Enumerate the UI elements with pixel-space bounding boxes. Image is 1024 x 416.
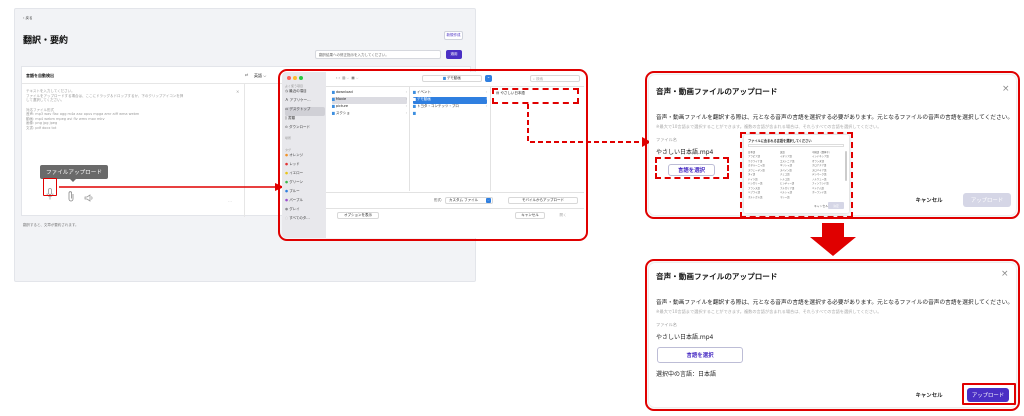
modal-note: ※最大で10言語まで選択することができます。複数の言語が含まれる場合は、それらす… bbox=[656, 309, 882, 314]
cancel-button[interactable]: キャンセル bbox=[904, 388, 954, 402]
tag-item[interactable]: ● ブルー bbox=[285, 189, 325, 198]
upload-tooltip: ファイルアップロード bbox=[40, 165, 108, 179]
mobile-upload-button[interactable]: モバイルからアップロード bbox=[508, 197, 578, 204]
column-divider bbox=[244, 83, 245, 217]
footer-note: 翻訳すると、文章が要約されます。 bbox=[23, 223, 79, 227]
file-name-label: ファイル名 bbox=[656, 322, 677, 327]
tag-item[interactable]: ● オレンジ bbox=[285, 153, 325, 162]
instruction-input[interactable]: 翻訳結果への修正指示を入力してください。 bbox=[315, 50, 441, 59]
source-language-label[interactable]: 言語を自動検出 bbox=[26, 73, 54, 78]
modal-title: 音声・動画ファイルのアップロード bbox=[656, 87, 778, 96]
tag-item[interactable]: ● イエロー bbox=[285, 171, 325, 180]
sidebar-item-desktop[interactable]: ▭ デスクトップ bbox=[285, 107, 325, 116]
upload-button-disabled[interactable]: アップロード bbox=[963, 193, 1011, 207]
tag-item[interactable]: ● グリーン bbox=[285, 180, 325, 189]
select-button-highlight bbox=[655, 157, 729, 179]
upload-button-highlight bbox=[962, 383, 1016, 405]
dialog-cancel-button[interactable]: キャンセル bbox=[515, 212, 545, 219]
sidebar-item-applications[interactable]: Ａ アプリケー… bbox=[285, 98, 325, 107]
path-chevron-icon[interactable]: ⌃ bbox=[485, 75, 492, 82]
folder-row[interactable]: ▆ スクショ › bbox=[332, 111, 407, 118]
sidebar-item-documents[interactable]: ▯ 書類 bbox=[285, 116, 325, 125]
locations-title: 場所 bbox=[285, 136, 292, 140]
page-title: 翻訳・要約 bbox=[23, 36, 69, 46]
search-field[interactable]: ⌕ 検索 bbox=[530, 75, 580, 82]
show-options-button[interactable]: オプションを表示 bbox=[337, 212, 379, 219]
swap-icon[interactable]: ⇄ bbox=[245, 72, 248, 77]
folder-row[interactable]: ▆ picture › bbox=[332, 104, 407, 111]
nav-buttons[interactable]: ‹ › ▥ ⌵ ▦ ⌵ bbox=[336, 76, 359, 81]
column-2: ▆ イベント › ▆ デモ動画 › ▆ トヨタ・コンテッツ・プロ › ▆ bbox=[413, 90, 487, 118]
format-label: 形式: bbox=[434, 198, 443, 202]
paperclip-highlight bbox=[43, 178, 57, 196]
folder-row[interactable]: ▆ トヨタ・コンテッツ・プロ › bbox=[413, 104, 487, 111]
back-link[interactable]: ‹ 戻る bbox=[23, 16, 33, 21]
folder-row[interactable]: ▆ bbox=[413, 111, 487, 118]
target-language-select[interactable]: 英語 ⌵ bbox=[254, 73, 266, 78]
arrow-to-dialog bbox=[59, 183, 284, 191]
sidebar-item-recent[interactable]: ◷ 最近の項目 bbox=[285, 89, 325, 98]
tag-item[interactable]: ● パープル bbox=[285, 198, 325, 207]
apply-button[interactable]: 適用 bbox=[446, 50, 462, 59]
select-language-button[interactable]: 言語を選択 bbox=[657, 347, 743, 363]
dashed-arrow-to-modal bbox=[527, 104, 651, 147]
down-arrow bbox=[810, 223, 856, 256]
close-icon[interactable]: × bbox=[1002, 84, 1010, 94]
upload-modal-language-selected: 音声・動画ファイルのアップロード × 音声・動画ファイルを翻訳する際は、元となる… bbox=[649, 263, 1016, 407]
tag-item[interactable]: ● レッド bbox=[285, 162, 325, 171]
input-hint[interactable]: テキストを入力してください。 ファイルをアップロードする場合は、ここにドラッグ＆… bbox=[26, 89, 183, 130]
file-name-label: ファイル名 bbox=[656, 137, 677, 142]
file-name: やさしい日本語.mp4 bbox=[656, 334, 714, 341]
tags-list: ● オレンジ ● レッド ● イエロー ● グリーン ● ブルー ● パープル … bbox=[285, 153, 325, 225]
modal-title: 音声・動画ファイルのアップロード bbox=[656, 272, 778, 281]
tags-title: タグ bbox=[285, 148, 292, 152]
clear-icon[interactable]: × bbox=[236, 89, 239, 94]
new-button[interactable]: 新規作成 bbox=[444, 31, 463, 40]
column-1: ▆ download › ▆ Movie › ▆ picture › ▆ スクショ › bbox=[332, 90, 407, 118]
cancel-button[interactable]: キャンセル bbox=[904, 193, 954, 207]
folder-row[interactable]: ▆ Movie › bbox=[332, 97, 407, 104]
close-icon[interactable]: × bbox=[1001, 269, 1009, 279]
selected-language: 選択中の言語：日本語 bbox=[656, 371, 717, 378]
modal-description: 音声・動画ファイルを翻訳する際は、元となる音声の言語を選択する必要があります。元… bbox=[656, 300, 1014, 306]
favorites-list: ◷ 最近の項目 Ａ アプリケー… ▭ デスクトップ ▯ 書類 ⊙ ダウンロード bbox=[285, 89, 325, 134]
char-count: … bbox=[228, 198, 232, 203]
tag-item[interactable]: ● グレイ bbox=[285, 207, 325, 216]
dialog-open-button[interactable]: 開く bbox=[550, 212, 576, 219]
file-name: やさしい日本語.mp4 bbox=[656, 149, 714, 156]
modal-note: ※最大で10言語まで選択することができます。複数の言語が含まれる場合は、それらす… bbox=[656, 124, 882, 129]
favorites-title: よく使う項目 bbox=[285, 84, 304, 88]
folder-row[interactable]: ▆ イベント › bbox=[413, 90, 487, 97]
format-select[interactable]: カスタム ファイル ⌵ bbox=[445, 197, 493, 204]
supported-line: 文書: pdf docx txt bbox=[26, 125, 57, 130]
tag-item[interactable]: ◌ すべてのタ… bbox=[285, 216, 325, 225]
folder-row[interactable]: ▆ download › bbox=[332, 90, 407, 97]
popup-highlight bbox=[740, 132, 853, 218]
sidebar-item-downloads[interactable]: ⊙ ダウンロード bbox=[285, 125, 325, 134]
folder-row-selected[interactable]: ▆ デモ動画 › bbox=[413, 97, 487, 104]
modal-description: 音声・動画ファイルを翻訳する際は、元となる音声の言語を選択する必要があります。元… bbox=[656, 115, 1014, 121]
path-popup[interactable]: ▆ デモ動画 bbox=[422, 75, 482, 82]
file-sidebar: よく使う項目 ◷ 最近の項目 Ａ アプリケー… ▭ デスクトップ ▯ 書類 ⊙ … bbox=[282, 72, 326, 238]
